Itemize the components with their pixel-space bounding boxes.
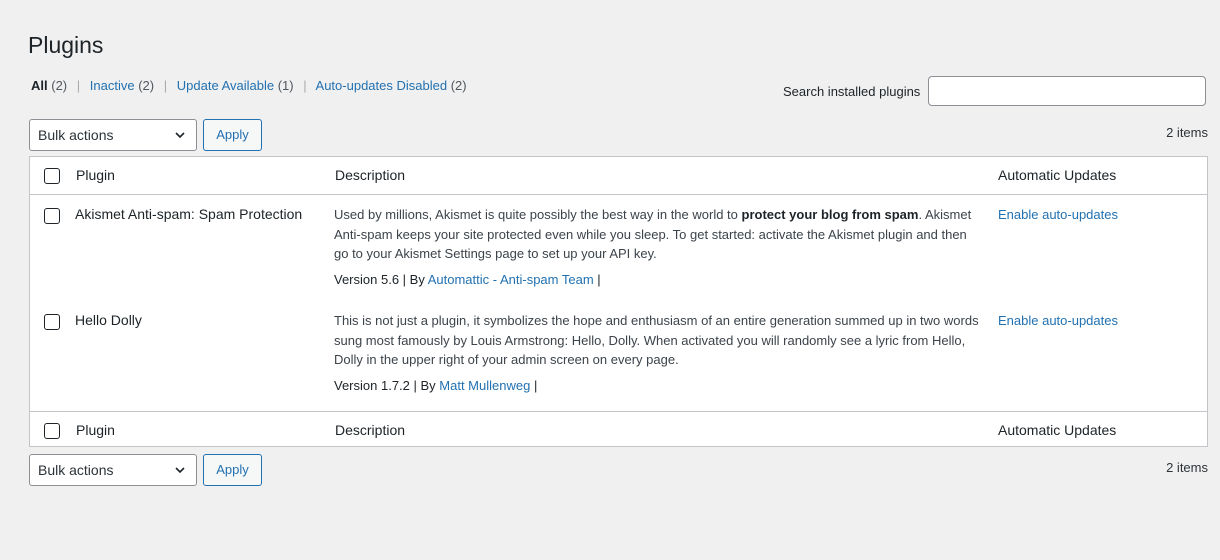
bulk-actions-select-top[interactable]: Bulk actions <box>29 119 197 151</box>
table-header: Plugin Description Automatic Updates <box>30 157 1207 195</box>
bulk-actions-label: Bulk actions <box>38 462 114 478</box>
description-text: Used by millions, Akismet is quite possi… <box>334 207 742 222</box>
filter-auto-updates-disabled[interactable]: Auto-updates Disabled <box>316 78 448 93</box>
select-all-checkbox-footer[interactable] <box>44 423 60 439</box>
bulk-actions-select-bottom[interactable]: Bulk actions <box>29 454 197 486</box>
filter-update-available-count: (1) <box>277 78 294 93</box>
chevron-down-icon <box>175 467 185 474</box>
author-link[interactable]: Automattic - Anti-spam Team <box>428 272 594 287</box>
filter-inactive-count: (2) <box>138 78 155 93</box>
apply-button-bottom[interactable]: Apply <box>203 454 262 486</box>
column-header-description: Description <box>335 167 406 183</box>
apply-button-top[interactable]: Apply <box>203 119 262 151</box>
row-checkbox[interactable] <box>44 314 60 330</box>
filter-inactive[interactable]: Inactive <box>90 78 135 93</box>
plugin-version-author: Version 1.7.2 | By Matt Mullenweg | <box>334 378 537 393</box>
column-header-plugin[interactable]: Plugin <box>76 167 115 183</box>
plugin-description: This is not just a plugin, it symbolizes… <box>334 313 979 367</box>
description-bold-text: protect your blog from spam <box>741 207 919 222</box>
filter-auto-updates-disabled-count: (2) <box>450 78 467 93</box>
column-header-automatic-updates: Automatic Updates <box>998 167 1117 183</box>
table-footer: Plugin Description Automatic Updates <box>30 411 1207 449</box>
column-footer-automatic-updates: Automatic Updates <box>998 422 1117 438</box>
select-all-checkbox[interactable] <box>44 168 60 184</box>
plugin-name: Hello Dolly <box>75 312 142 328</box>
version-text: Version 1.7.2 | By <box>334 378 440 393</box>
enable-auto-updates-link[interactable]: Enable auto-updates <box>998 207 1118 222</box>
items-count-bottom: 2 items <box>1166 460 1208 475</box>
version-separator: | <box>593 272 601 287</box>
filter-all[interactable]: All <box>31 78 48 93</box>
bulk-actions-label: Bulk actions <box>38 127 114 143</box>
page-title: Plugins <box>28 32 104 58</box>
row-checkbox[interactable] <box>44 208 60 224</box>
version-separator: | <box>530 378 538 393</box>
plugin-name: Akismet Anti-spam: Spam Protection <box>75 206 303 222</box>
filter-separator: | <box>303 78 307 93</box>
plugin-status-filters: All (2) | Inactive (2) | Update Availabl… <box>31 78 467 94</box>
version-text: Version 5.6 | By <box>334 272 428 287</box>
plugins-table: Plugin Description Automatic Updates Aki… <box>29 156 1208 447</box>
column-footer-plugin[interactable]: Plugin <box>76 422 115 438</box>
plugin-description: Used by millions, Akismet is quite possi… <box>334 205 979 264</box>
search-input[interactable] <box>928 76 1206 106</box>
search-label: Search installed plugins <box>783 84 921 99</box>
filter-separator: | <box>163 78 168 93</box>
author-link[interactable]: Matt Mullenweg <box>439 378 530 393</box>
column-footer-description: Description <box>335 422 406 438</box>
filter-all-count: (2) <box>51 78 68 93</box>
chevron-down-icon <box>175 132 185 139</box>
plugin-version-author: Version 5.6 | By Automattic - Anti-spam … <box>334 272 601 287</box>
enable-auto-updates-link[interactable]: Enable auto-updates <box>998 313 1118 328</box>
items-count-top: 2 items <box>1166 125 1208 140</box>
filter-update-available[interactable]: Update Available <box>177 78 274 93</box>
filter-separator: | <box>76 78 81 93</box>
